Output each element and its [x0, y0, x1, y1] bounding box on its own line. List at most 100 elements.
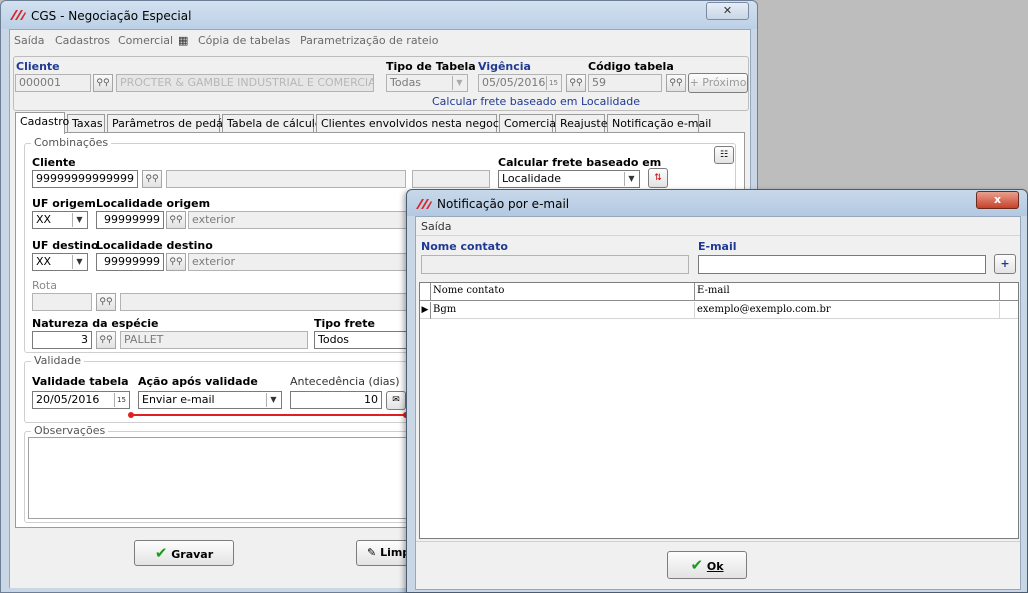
antecedencia-field[interactable]: 10 [290, 391, 382, 409]
loc-destino-name-field: exterior [188, 253, 408, 271]
loc-destino-label: Localidade destino [96, 239, 213, 252]
tipo-frete-select[interactable]: Todos [314, 331, 410, 349]
combo-cliente-search-button[interactable]: ⚲⚲ [142, 170, 162, 188]
loc-origem-label: Localidade origem [96, 197, 211, 210]
tree-view-button[interactable]: ☷ [714, 146, 734, 164]
table-row[interactable]: ▶ Bgm exemplo@exemplo.com.br [420, 302, 1018, 319]
main-close-button[interactable]: ✕ [706, 2, 749, 20]
gravar-label: Gravar [171, 548, 214, 561]
rota-code-field [32, 293, 92, 311]
loc-destino-search-button[interactable]: ⚲⚲ [166, 253, 186, 271]
natureza-search-button[interactable]: ⚲⚲ [96, 331, 116, 349]
calendar-icon: 15 [546, 76, 560, 90]
close-icon: ✕ [722, 4, 733, 17]
calc-frete-select[interactable]: Localidade ▼ [498, 170, 640, 188]
codigo-tabela-label: Código tabela [588, 60, 674, 73]
grid-header-nome[interactable]: Nome contato [431, 283, 695, 301]
acao-validade-select[interactable]: Enviar e-mail ▼ [138, 391, 282, 409]
calc-frete-value: Localidade [502, 172, 562, 185]
dialog-title: Notificação por e-mail [437, 197, 570, 211]
ok-label: Ok [706, 560, 724, 573]
nome-contato-field[interactable] [421, 255, 689, 274]
calc-info-text: Calcular frete baseado em Localidade [432, 95, 641, 108]
uf-destino-select[interactable]: XX ▼ [32, 253, 88, 271]
menu-saida[interactable]: Saída [14, 34, 45, 47]
menu-comercial[interactable]: Comercial [118, 34, 173, 47]
binoculars-icon: ⚲⚲ [169, 215, 183, 225]
loc-origem-code-field[interactable]: 99999999 [96, 211, 164, 229]
main-menubar: Saída Cadastros Comercial ▦ Cópia de tab… [10, 30, 750, 52]
grid-header-email[interactable]: E-mail [695, 283, 1000, 301]
uf-destino-value: XX [36, 255, 52, 268]
dialog-menu-saida[interactable]: Saída [421, 220, 452, 233]
acao-validade-value: Enviar e-mail [142, 393, 215, 406]
notification-email-button[interactable]: ✉ [386, 391, 406, 410]
cliente-name-field: PROCTER & GAMBLE INDUSTRIAL E COMERCIAL … [116, 74, 374, 92]
tipo-tabela-value: Todas [390, 76, 422, 89]
binoculars-icon: ⚲⚲ [145, 174, 159, 184]
plus-icon: + [1000, 257, 1010, 270]
grid-cell-email[interactable]: exemplo@exemplo.com.br [695, 302, 1000, 319]
tree-icon: ☷ [719, 150, 729, 160]
grid-indicator-header [420, 283, 431, 301]
tab-taxas[interactable]: Taxas [67, 114, 105, 133]
rota-search-button[interactable]: ⚲⚲ [96, 293, 116, 311]
tab-parametros-pedagio[interactable]: Parâmetros de pedágio [107, 114, 240, 133]
menu-parametrizacao-rateio[interactable]: Parametrização de rateio [300, 34, 438, 47]
swap-order-button[interactable]: ⇅ [648, 168, 668, 188]
grid-cell-nome[interactable]: Bgm [431, 302, 695, 319]
cliente-code-field[interactable]: 000001 [15, 74, 91, 92]
loc-origem-search-button[interactable]: ⚲⚲ [166, 211, 186, 229]
observacoes-textarea[interactable] [28, 437, 428, 519]
eraser-icon: ✎ [367, 546, 377, 559]
tipo-frete-value: Todos [318, 333, 350, 346]
menu-copia-tabelas[interactable]: Cópia de tabelas [198, 34, 290, 47]
main-titlebar: CGS - Negociação Especial ✕ [1, 1, 757, 29]
ok-button[interactable]: ✔ Ok [667, 551, 747, 579]
sort-icon: ⇅ [654, 173, 662, 183]
loc-origem-name-field: exterior [188, 211, 408, 229]
add-contact-button[interactable]: + [994, 254, 1016, 274]
tab-clientes-envolvidos[interactable]: Clientes envolvidos nesta negociação [316, 114, 528, 133]
uf-origem-select[interactable]: XX ▼ [32, 211, 88, 229]
chevron-down-icon: ▼ [452, 76, 466, 90]
vigencia-search-button[interactable]: ⚲⚲ [566, 74, 586, 92]
tab-cadastro[interactable]: Cadastro [15, 112, 69, 134]
app-logo-icon [10, 10, 26, 20]
codigo-tabela-field[interactable]: 59 [588, 74, 662, 92]
dialog-close-button[interactable]: x [976, 191, 1019, 209]
uf-origem-label: UF origem [32, 197, 96, 210]
combo-cliente-name-field [166, 170, 406, 188]
codigo-search-button[interactable]: ⚲⚲ [666, 74, 686, 92]
cliente-search-button[interactable]: ⚲⚲ [93, 74, 113, 92]
validation-dot-start [128, 412, 134, 418]
tipo-tabela-select[interactable]: Todas ▼ [386, 74, 468, 92]
rota-label: Rota [32, 279, 57, 292]
loc-destino-code-field[interactable]: 99999999 [96, 253, 164, 271]
tab-comercial[interactable]: Comercial [499, 114, 559, 133]
chevron-down-icon: ▼ [266, 393, 280, 407]
email-label: E-mail [698, 240, 737, 253]
tab-tabela-calculo[interactable]: Tabela de cálculo [222, 114, 322, 133]
validade-tabela-date-field[interactable]: 20/05/2016 15 [32, 391, 130, 409]
chevron-down-icon: ▼ [72, 255, 86, 269]
combinacoes-title: Combinações [31, 136, 112, 149]
plus-icon: + [689, 76, 699, 89]
calendar-icon: 15 [114, 393, 128, 407]
gravar-button[interactable]: ✔ Gravar [134, 540, 234, 566]
binoculars-icon: ⚲⚲ [569, 78, 583, 88]
check-icon: ✔ [154, 544, 168, 562]
email-input[interactable] [698, 255, 986, 274]
uf-origem-value: XX [36, 213, 52, 226]
tab-notificacao-email[interactable]: Notificação e-mail [607, 114, 711, 133]
tab-reajuste[interactable]: Reajuste [555, 114, 608, 133]
notificacao-email-dialog: Notificação por e-mail x Saída Nome cont… [406, 189, 1028, 593]
proximo-button[interactable]: + Próximo [688, 73, 748, 93]
menu-cadastros[interactable]: Cadastros [55, 34, 110, 47]
vigencia-date-field[interactable]: 05/05/2016 15 [478, 74, 562, 92]
app-logo-icon [416, 199, 432, 209]
dialog-client-area: Saída Nome contato E-mail + Nome contato… [415, 216, 1021, 590]
close-icon: x [993, 193, 1002, 206]
combo-cliente-field[interactable]: 99999999999999 [32, 170, 138, 188]
natureza-code-field[interactable]: 3 [32, 331, 92, 349]
